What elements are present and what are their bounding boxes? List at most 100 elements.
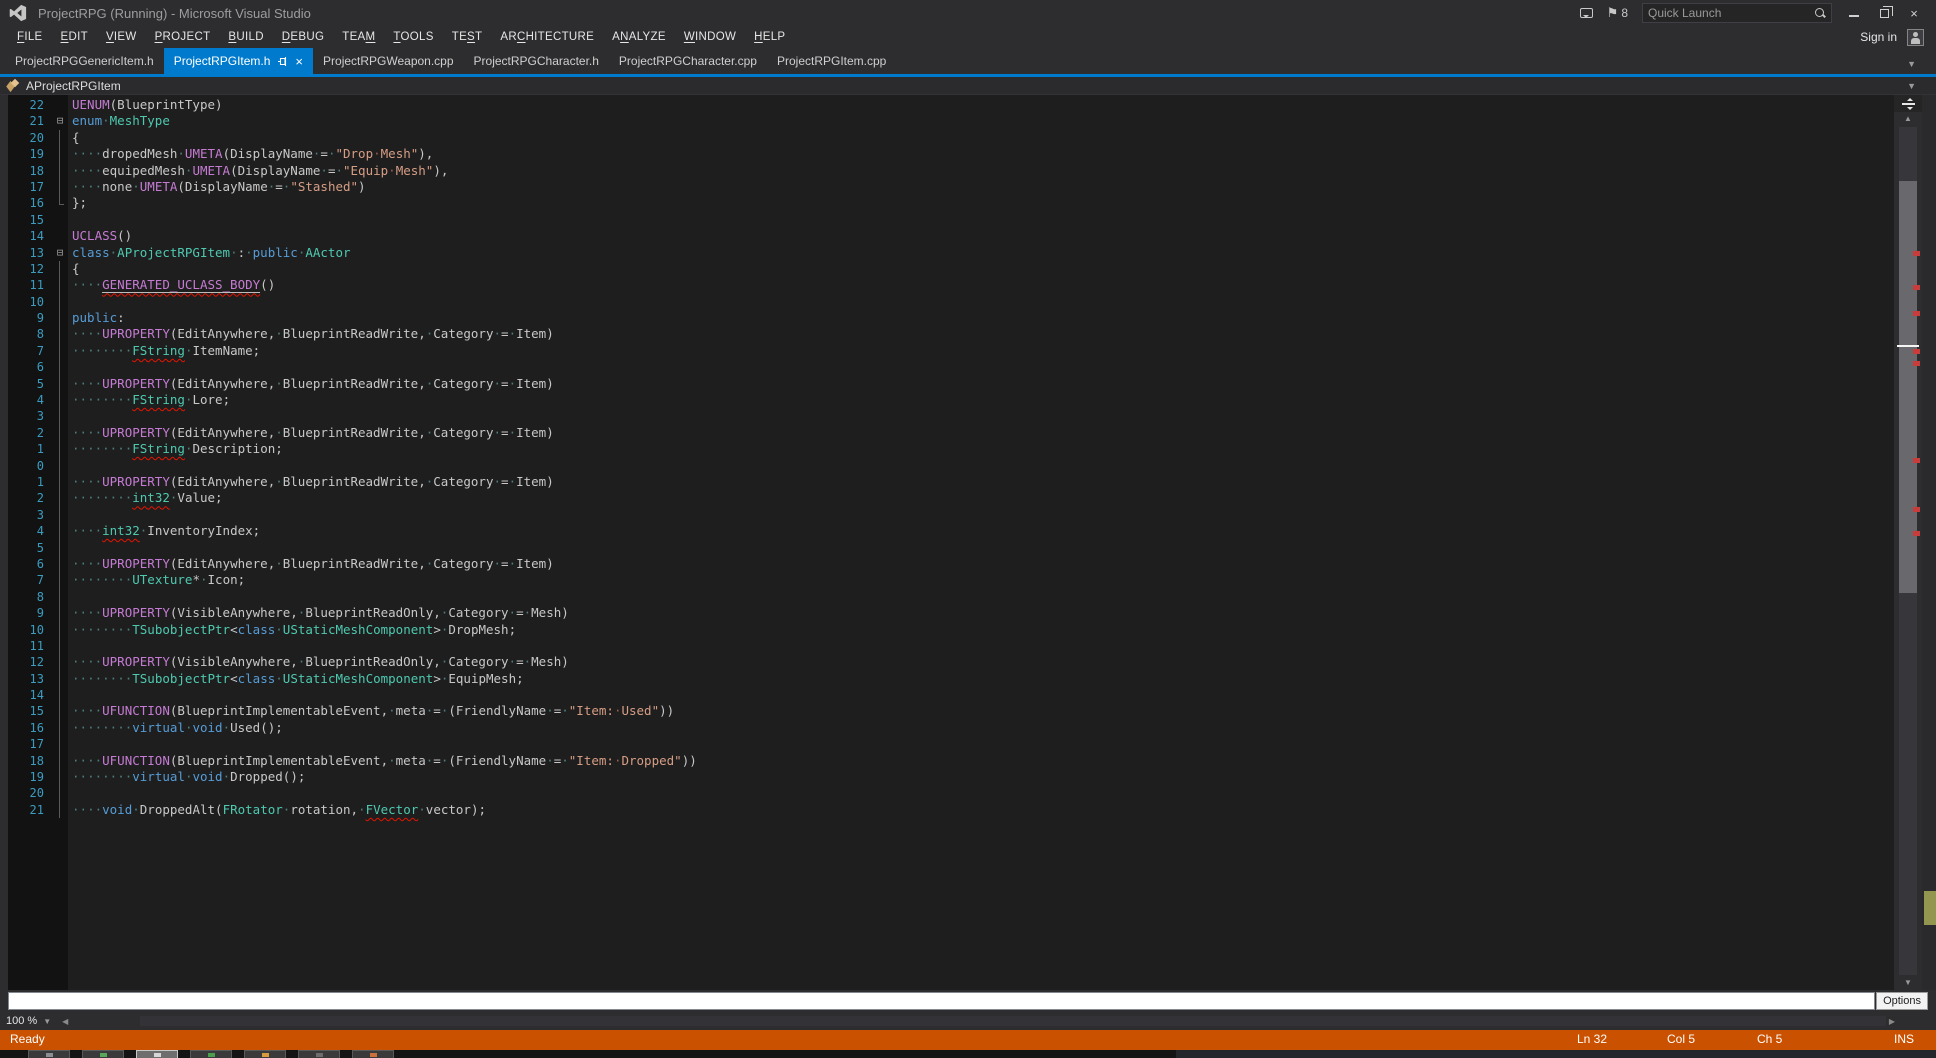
code-lines[interactable]: 22UENUM(BlueprintType)21⊟enum·MeshType20… (8, 95, 1894, 818)
quick-launch-input[interactable] (1648, 6, 1814, 20)
tab-projectrpggenericitem.h[interactable]: ProjectRPGGenericItem.h (5, 48, 164, 74)
line-number[interactable]: 20 (8, 785, 52, 801)
code-text[interactable]: ····UFUNCTION(BlueprintImplementableEven… (68, 753, 1894, 769)
scope-dropdown-value[interactable]: AProjectRPGItem (26, 79, 121, 93)
code-line[interactable]: 19········virtual·void·Dropped(); (8, 769, 1894, 785)
taskbar-app-button[interactable] (82, 1050, 124, 1058)
notifications-flag[interactable]: ⚑ 8 (1607, 5, 1628, 21)
line-number[interactable]: 1 (8, 441, 52, 457)
line-number[interactable]: 6 (8, 359, 52, 375)
line-number[interactable]: 12 (8, 261, 52, 277)
line-number[interactable]: 17 (8, 179, 52, 195)
code-line[interactable]: 7········UTexture*·Icon; (8, 572, 1894, 588)
code-text[interactable] (68, 785, 1894, 801)
code-line[interactable]: 18 ····equipedMesh·UMETA(DisplayName·=·"E… (8, 163, 1894, 179)
code-text[interactable]: ········virtual·void·Dropped(); (68, 769, 1894, 785)
line-number[interactable]: 10 (8, 622, 52, 638)
line-number[interactable]: 3 (8, 408, 52, 424)
code-text[interactable]: ····UPROPERTY(EditAnywhere,·BlueprintRea… (68, 326, 1894, 342)
scrollbar-track[interactable] (1899, 127, 1917, 975)
taskbar-app-button[interactable] (28, 1050, 70, 1058)
line-number[interactable]: 10 (8, 294, 52, 310)
tab-close-icon[interactable]: × (295, 55, 303, 68)
taskbar-app-button[interactable] (190, 1050, 232, 1058)
line-number[interactable]: 21 (8, 802, 52, 818)
menu-item-window[interactable]: WINDOW (675, 28, 745, 46)
line-number[interactable]: 3 (8, 507, 52, 523)
line-number[interactable]: 9 (8, 605, 52, 621)
code-text[interactable]: ····UPROPERTY(EditAnywhere,·BlueprintRea… (68, 376, 1894, 392)
code-text[interactable]: UCLASS() (68, 228, 1894, 244)
code-line[interactable]: 15 (8, 212, 1894, 228)
line-number[interactable]: 17 (8, 736, 52, 752)
line-number[interactable]: 16 (8, 720, 52, 736)
code-text[interactable]: ····UPROPERTY(EditAnywhere,·BlueprintRea… (68, 474, 1894, 490)
code-line[interactable]: 13········TSubobjectPtr<class·UStaticMes… (8, 671, 1894, 687)
code-line[interactable]: 14 (8, 687, 1894, 703)
white-input-bar[interactable] (8, 992, 1875, 1010)
code-text[interactable]: UENUM(BlueprintType) (68, 97, 1894, 113)
code-line[interactable]: 7········FString·ItemName; (8, 343, 1894, 359)
fold-collapse-icon[interactable]: ⊟ (52, 113, 68, 129)
code-line[interactable]: 16········virtual·void·Used(); (8, 720, 1894, 736)
line-number[interactable]: 15 (8, 212, 52, 228)
line-number[interactable]: 6 (8, 556, 52, 572)
code-text[interactable] (68, 589, 1894, 605)
code-text[interactable] (68, 687, 1894, 703)
code-line[interactable]: 6····UPROPERTY(EditAnywhere,·BlueprintRe… (8, 556, 1894, 572)
line-number[interactable]: 5 (8, 376, 52, 392)
code-text[interactable]: ····int32·InventoryIndex; (68, 523, 1894, 539)
code-line[interactable]: 8 (8, 589, 1894, 605)
code-line[interactable]: 15····UFUNCTION(BlueprintImplementableEv… (8, 703, 1894, 719)
tab-projectrpgitem.h[interactable]: ProjectRPGItem.h× (164, 48, 313, 74)
line-number[interactable]: 13 (8, 245, 52, 261)
code-line[interactable]: 4····int32·InventoryIndex; (8, 523, 1894, 539)
code-text[interactable] (68, 408, 1894, 424)
code-line[interactable]: 1····UPROPERTY(EditAnywhere,·BlueprintRe… (8, 474, 1894, 490)
line-number[interactable]: 4 (8, 392, 52, 408)
code-line[interactable]: 4 ········FString·Lore; (8, 392, 1894, 408)
line-number[interactable]: 0 (8, 458, 52, 474)
error-mark[interactable] (1913, 311, 1920, 316)
code-text[interactable]: ····dropedMesh·UMETA(DisplayName·=·"Drop… (68, 146, 1894, 162)
line-number[interactable]: 8 (8, 589, 52, 605)
sign-in-link[interactable]: Sign in (1860, 30, 1897, 44)
line-number[interactable]: 11 (8, 638, 52, 654)
menu-item-project[interactable]: PROJECT (146, 28, 220, 46)
line-number[interactable]: 15 (8, 703, 52, 719)
menu-item-help[interactable]: HELP (745, 28, 794, 46)
scroll-left-arrow-icon[interactable]: ◀ (57, 1017, 73, 1026)
horizontal-scrollbar-track[interactable] (140, 1016, 1886, 1026)
code-line[interactable]: 20 (8, 785, 1894, 801)
line-number[interactable]: 18 (8, 163, 52, 179)
scroll-up-arrow-icon[interactable]: ▲ (1894, 112, 1922, 126)
navigation-bar[interactable]: AProjectRPGItem ▼ (0, 77, 1936, 95)
code-line[interactable]: 5 ····UPROPERTY(EditAnywhere,·BlueprintRe… (8, 376, 1894, 392)
menu-item-build[interactable]: BUILD (219, 28, 272, 46)
code-line[interactable]: 22UENUM(BlueprintType) (8, 97, 1894, 113)
close-button[interactable]: × (1906, 6, 1922, 21)
code-line[interactable]: 9public: (8, 310, 1894, 326)
tab-projectrpgcharacter.h[interactable]: ProjectRPGCharacter.h (464, 48, 609, 74)
code-text[interactable]: ····equipedMesh·UMETA(DisplayName·=·"Equ… (68, 163, 1894, 179)
error-mark[interactable] (1913, 458, 1920, 463)
line-number[interactable]: 19 (8, 146, 52, 162)
code-line[interactable]: 0 (8, 458, 1894, 474)
user-avatar-icon[interactable] (1907, 29, 1924, 46)
code-text[interactable]: class·AProjectRPGItem·:·public·AActor (68, 245, 1894, 261)
code-line[interactable]: 17····none·UMETA(DisplayName·=·"Stashed"… (8, 179, 1894, 195)
code-text[interactable]: { (68, 130, 1894, 146)
line-number[interactable]: 7 (8, 572, 52, 588)
code-line[interactable]: 11 (8, 638, 1894, 654)
code-text[interactable]: ····UPROPERTY(EditAnywhere,·BlueprintRea… (68, 425, 1894, 441)
code-text[interactable] (68, 359, 1894, 375)
menu-item-analyze[interactable]: ANALYZE (603, 28, 675, 46)
line-number[interactable]: 11 (8, 277, 52, 293)
scroll-right-arrow-icon[interactable]: ▶ (1884, 1017, 1900, 1026)
code-text[interactable]: ········FString·Lore; (68, 392, 1894, 408)
code-region[interactable]: 22UENUM(BlueprintType)21⊟enum·MeshType20… (8, 95, 1894, 990)
menu-item-test[interactable]: TEST (443, 28, 492, 46)
zoom-dropdown-chevron-icon[interactable]: ▼ (43, 1017, 51, 1026)
restore-button[interactable] (1876, 6, 1892, 21)
line-number[interactable]: 16 (8, 195, 52, 211)
